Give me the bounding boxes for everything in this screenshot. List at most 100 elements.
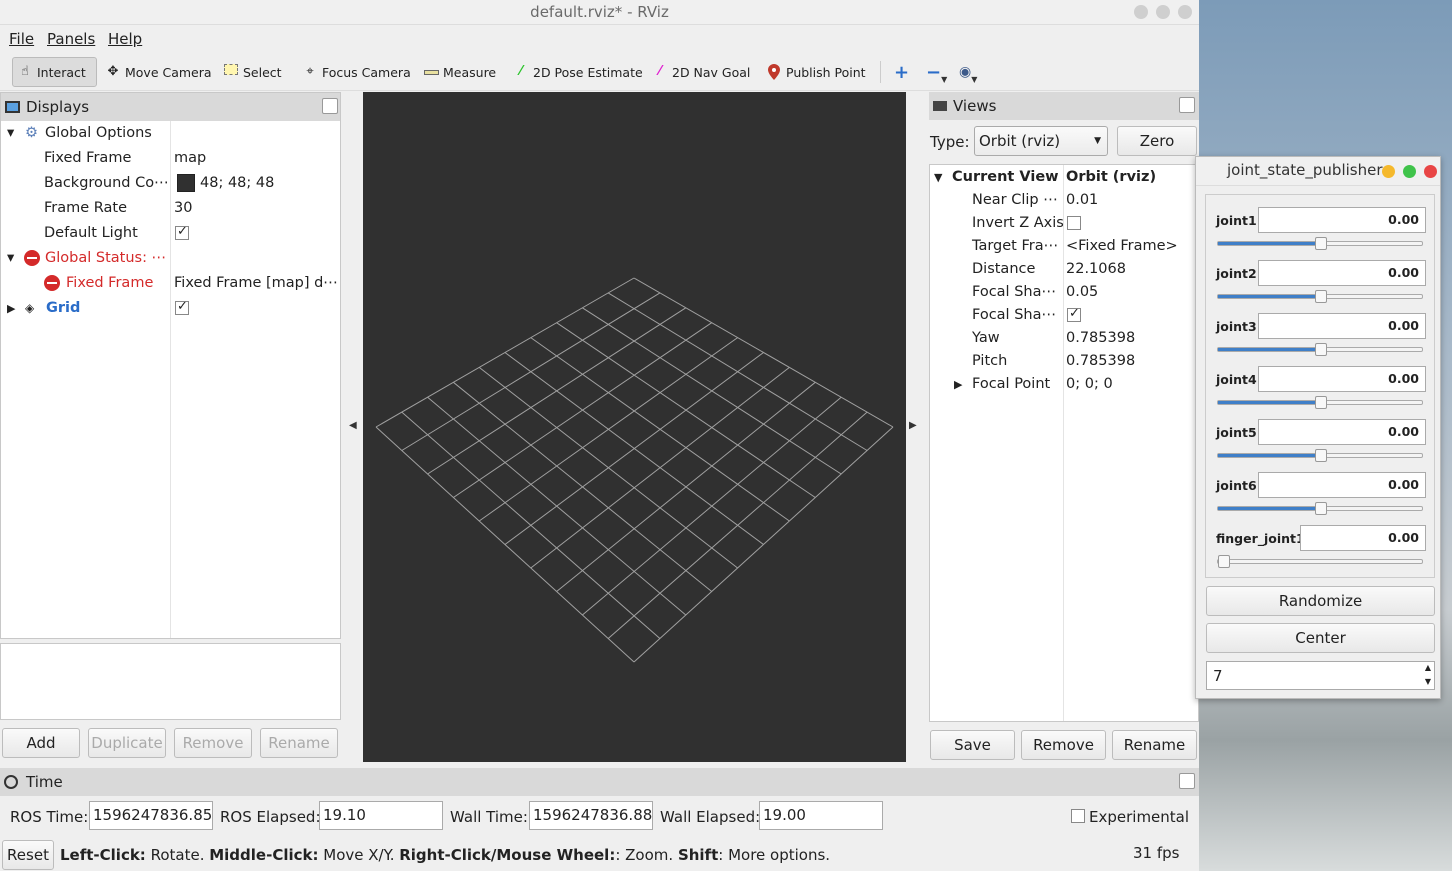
joint-count-spinbox[interactable]: 7 ▲ ▼: [1206, 661, 1435, 690]
pitch-label[interactable]: Pitch: [972, 349, 1007, 374]
3d-viewport[interactable]: [363, 92, 906, 762]
fixed-frame-value[interactable]: map: [174, 146, 206, 171]
slider-handle[interactable]: [1218, 555, 1230, 568]
current-view-label[interactable]: Current View: [952, 165, 1059, 190]
joint-value-field[interactable]: 0.00: [1258, 313, 1426, 339]
fixed-frame-error-label[interactable]: Fixed Frame: [66, 271, 153, 296]
fixed-frame-label[interactable]: Fixed Frame: [44, 146, 131, 171]
rename-view-button[interactable]: Rename: [1112, 730, 1197, 760]
left-splitter-arrow-icon[interactable]: ◀: [349, 420, 357, 431]
menu-help[interactable]: Help: [108, 30, 142, 48]
fixed-frame-error-value[interactable]: Fixed Frame [map] d⋯: [174, 271, 338, 296]
slider-handle[interactable]: [1315, 502, 1327, 515]
right-splitter-arrow-icon[interactable]: ▶: [909, 420, 917, 431]
minimize-button[interactable]: [1134, 5, 1148, 19]
joint-slider[interactable]: [1217, 343, 1423, 356]
ros-elapsed-field[interactable]: 19.10: [319, 801, 443, 830]
distance-label[interactable]: Distance: [972, 257, 1035, 282]
select-tool[interactable]: Select: [219, 57, 286, 87]
yaw-label[interactable]: Yaw: [972, 326, 1000, 351]
joint-slider[interactable]: [1217, 396, 1423, 409]
expand-arrow-icon[interactable]: ▾: [7, 246, 14, 271]
invert-z-label[interactable]: Invert Z Axis: [972, 211, 1064, 236]
joint-value-field[interactable]: 0.00: [1258, 260, 1426, 286]
focal-shape-size-value[interactable]: 0.05: [1066, 280, 1098, 305]
joint-slider[interactable]: [1217, 555, 1423, 568]
expand-arrow-icon[interactable]: ▼: [934, 165, 942, 190]
rename-display-button[interactable]: Rename: [260, 728, 338, 758]
close-button[interactable]: [1178, 5, 1192, 19]
focus-camera-tool[interactable]: ⌖ Focus Camera: [298, 57, 415, 87]
default-light-label[interactable]: Default Light: [44, 221, 138, 246]
grid-enable-checkbox[interactable]: [175, 299, 189, 315]
default-light-checkbox[interactable]: [175, 224, 189, 240]
collapse-arrow-icon[interactable]: ▶: [954, 372, 962, 397]
focal-shape-fixed-label[interactable]: Focal Sha⋯: [972, 303, 1056, 328]
views-float-checkbox[interactable]: [1179, 97, 1195, 113]
menu-panels[interactable]: Panels: [47, 30, 95, 48]
add-tool-icon[interactable]: +: [890, 57, 913, 87]
reset-button[interactable]: Reset: [2, 840, 54, 870]
jsp-close-button[interactable]: [1424, 165, 1437, 178]
focal-shape-fixed-checkbox[interactable]: [1067, 306, 1081, 322]
zero-view-button[interactable]: Zero: [1117, 126, 1197, 156]
joint-value-field[interactable]: 0.00: [1258, 366, 1426, 392]
ros-time-field[interactable]: 1596247836.85: [89, 801, 213, 830]
background-color-value[interactable]: 48; 48; 48: [200, 171, 274, 196]
menu-file[interactable]: File: [9, 30, 34, 48]
focal-point-value[interactable]: 0; 0; 0: [1066, 372, 1113, 397]
frame-rate-value[interactable]: 30: [174, 196, 192, 221]
background-color-label[interactable]: Background Co⋯: [44, 171, 169, 196]
maximize-button[interactable]: [1156, 5, 1170, 19]
remove-display-button[interactable]: Remove: [174, 728, 252, 758]
eye-icon[interactable]: ◉ ▼: [955, 57, 981, 87]
joint-value-field[interactable]: 0.00: [1300, 525, 1426, 551]
spin-down-icon[interactable]: ▼: [1425, 677, 1431, 686]
joint-slider[interactable]: [1217, 290, 1423, 303]
target-frame-label[interactable]: Target Fra⋯: [972, 234, 1058, 259]
move-camera-tool[interactable]: ✥ Move Camera: [101, 57, 216, 87]
invert-z-checkbox[interactable]: [1067, 216, 1081, 230]
target-frame-value[interactable]: <Fixed Frame>: [1066, 234, 1178, 259]
jsp-minimize-button[interactable]: [1382, 165, 1395, 178]
distance-value[interactable]: 22.1068: [1066, 257, 1126, 282]
experimental-checkbox[interactable]: [1071, 809, 1085, 823]
center-button[interactable]: Center: [1206, 623, 1435, 653]
duplicate-display-button[interactable]: Duplicate: [88, 728, 166, 758]
global-status-label[interactable]: Global Status: ⋯: [45, 246, 166, 271]
grid-display-label[interactable]: Grid: [46, 296, 80, 321]
displays-float-checkbox[interactable]: [322, 98, 338, 114]
background-color-swatch[interactable]: [177, 174, 195, 192]
joint-slider[interactable]: [1217, 502, 1423, 515]
save-view-button[interactable]: Save: [930, 730, 1015, 760]
current-view-value[interactable]: Orbit (rviz): [1066, 165, 1156, 190]
measure-tool[interactable]: Measure: [419, 57, 500, 87]
yaw-value[interactable]: 0.785398: [1066, 326, 1135, 351]
add-display-button[interactable]: Add: [2, 728, 80, 758]
wall-time-field[interactable]: 1596247836.88: [529, 801, 653, 830]
joint-value-field[interactable]: 0.00: [1258, 472, 1426, 498]
slider-handle[interactable]: [1315, 237, 1327, 250]
focal-shape-size-label[interactable]: Focal Sha⋯: [972, 280, 1056, 305]
slider-handle[interactable]: [1315, 343, 1327, 356]
pitch-value[interactable]: 0.785398: [1066, 349, 1135, 374]
view-type-select[interactable]: Orbit (rviz) ▼: [974, 126, 1108, 156]
nav-goal-tool[interactable]: ⁄ 2D Nav Goal: [648, 57, 754, 87]
expand-arrow-icon[interactable]: ▾: [7, 121, 14, 146]
slider-handle[interactable]: [1315, 290, 1327, 303]
global-options-label[interactable]: Global Options: [45, 121, 152, 146]
jsp-maximize-button[interactable]: [1403, 165, 1416, 178]
time-float-checkbox[interactable]: [1179, 773, 1195, 789]
spin-up-icon[interactable]: ▲: [1425, 663, 1431, 672]
remove-view-button[interactable]: Remove: [1021, 730, 1106, 760]
frame-rate-label[interactable]: Frame Rate: [44, 196, 127, 221]
remove-tool-icon[interactable]: − ▼: [922, 57, 951, 87]
slider-handle[interactable]: [1315, 396, 1327, 409]
joint-value-field[interactable]: 0.00: [1258, 419, 1426, 445]
joint-value-field[interactable]: 0.00: [1258, 207, 1426, 233]
interact-tool[interactable]: ☝ Interact: [12, 57, 97, 87]
joint-slider[interactable]: [1217, 237, 1423, 250]
pose-estimate-tool[interactable]: ⁄ 2D Pose Estimate: [509, 57, 647, 87]
near-clip-label[interactable]: Near Clip ⋯: [972, 188, 1058, 213]
wall-elapsed-field[interactable]: 19.00: [759, 801, 883, 830]
